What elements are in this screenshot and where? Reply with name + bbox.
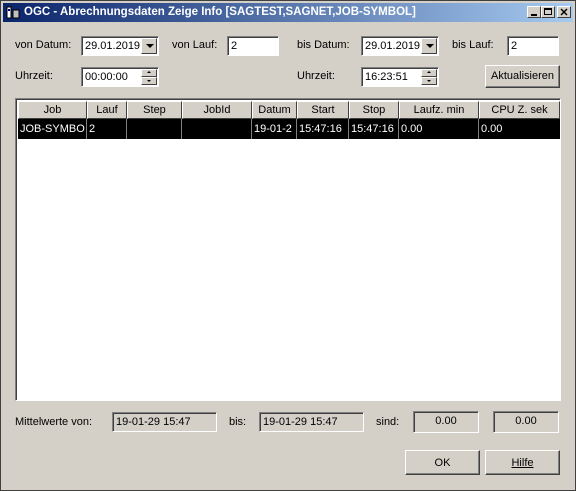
table-cell [182, 119, 252, 139]
uhrzeit-bis-value: 16:23:51 [365, 71, 408, 83]
maximize-button[interactable] [541, 6, 555, 18]
von-datum-value: 29.01.2019 [85, 40, 141, 52]
von-datum-label: von Datum: [15, 39, 72, 51]
column-header-step[interactable]: Step [127, 101, 182, 119]
uhrzeit-von-value: 00:00:00 [85, 71, 128, 83]
hilfe-button[interactable]: Hilfe [485, 450, 560, 475]
von-lauf-input[interactable]: 2 [227, 36, 279, 56]
uhrzeit-bis-spinner[interactable]: 16:23:51 [361, 67, 439, 87]
app-icon [6, 6, 20, 19]
table-cell: 15:47:16 [349, 119, 399, 139]
dialog-window: OGC - Abrechnungsdaten Zeige Info [SAGTE… [0, 0, 576, 491]
aktualisieren-button[interactable]: Aktualisieren [485, 65, 560, 88]
chevron-down-icon[interactable] [421, 38, 437, 54]
column-header-jobid[interactable]: JobId [182, 101, 252, 119]
von-datum-picker[interactable]: 29.01.2019 [81, 36, 159, 56]
maximize-icon [544, 8, 552, 15]
column-header-job[interactable]: Job [18, 101, 87, 119]
minimize-button[interactable] [527, 6, 541, 18]
column-header-cpu[interactable]: CPU Z. sek [479, 101, 560, 119]
bis-datum-picker[interactable]: 29.01.2019 [361, 36, 439, 56]
mittelwerte-label: Mittelwerte von: [15, 416, 93, 428]
column-header-laufzeit[interactable]: Laufz. min [399, 101, 479, 119]
average-value: 0.00 [435, 415, 457, 427]
column-header-start[interactable]: Start [297, 101, 349, 119]
bis-lauf-input[interactable]: 2 [507, 36, 559, 56]
close-button[interactable] [557, 6, 571, 18]
table-cell: 15:47:16 [297, 119, 349, 139]
table-cell [127, 119, 182, 139]
mittelwerte-from-value: 19-01-29 15:47 [116, 416, 191, 428]
minimize-icon [531, 14, 537, 16]
spin-down-icon[interactable] [141, 77, 157, 85]
table-cell: 19-01-2 [252, 119, 297, 139]
bis-datum-label: bis Datum: [297, 39, 350, 51]
mittelwerte-from-field: 19-01-29 15:47 [112, 412, 217, 432]
spin-up-icon[interactable] [141, 69, 157, 77]
mittelwerte-to-value: 19-01-29 15:47 [263, 416, 338, 428]
table-cell: 0.00 [481, 123, 503, 135]
mittelwerte-to-field: 19-01-29 15:47 [259, 412, 364, 432]
window-title: OGC - Abrechnungsdaten Zeige Info [SAGTE… [24, 6, 416, 18]
chevron-down-icon[interactable] [141, 38, 157, 54]
bis-lauf-value: 2 [511, 40, 518, 52]
bis-label: bis: [229, 416, 247, 428]
column-header-stop[interactable]: Stop [349, 101, 399, 119]
table-cell: JOB-SYMBO [18, 119, 87, 139]
table-cell: 2 [87, 119, 127, 139]
sind-label: sind: [376, 416, 400, 428]
uhrzeit-von-spinner[interactable]: 00:00:00 [81, 67, 159, 87]
results-table[interactable]: Job Lauf Step JobId Datum Start Stop Lau… [15, 98, 561, 401]
ok-button[interactable]: OK [405, 450, 480, 475]
von-lauf-label: von Lauf: [172, 39, 218, 51]
table-cell: 0.00 [399, 119, 479, 139]
uhrzeit-bis-label: Uhrzeit: [297, 70, 335, 82]
spin-up-icon[interactable] [421, 69, 437, 77]
average-value-field: 0.00 [413, 411, 479, 433]
table-row[interactable]: JOB-SYMBO 2 19-01-2 15:47:16 15:47:16 0.… [18, 119, 560, 139]
close-icon [560, 8, 568, 16]
uhrzeit-von-label: Uhrzeit: [15, 70, 53, 82]
von-lauf-value: 2 [231, 40, 238, 52]
average-cpu-value: 0.00 [515, 415, 537, 427]
bis-lauf-label: bis Lauf: [452, 39, 494, 51]
bis-datum-value: 29.01.2019 [365, 40, 421, 52]
spin-down-icon[interactable] [421, 77, 437, 85]
column-header-lauf[interactable]: Lauf [87, 101, 127, 119]
average-cpu-field: 0.00 [493, 411, 559, 433]
title-bar[interactable]: OGC - Abrechnungsdaten Zeige Info [SAGTE… [3, 3, 573, 22]
column-header-datum[interactable]: Datum [252, 101, 297, 119]
